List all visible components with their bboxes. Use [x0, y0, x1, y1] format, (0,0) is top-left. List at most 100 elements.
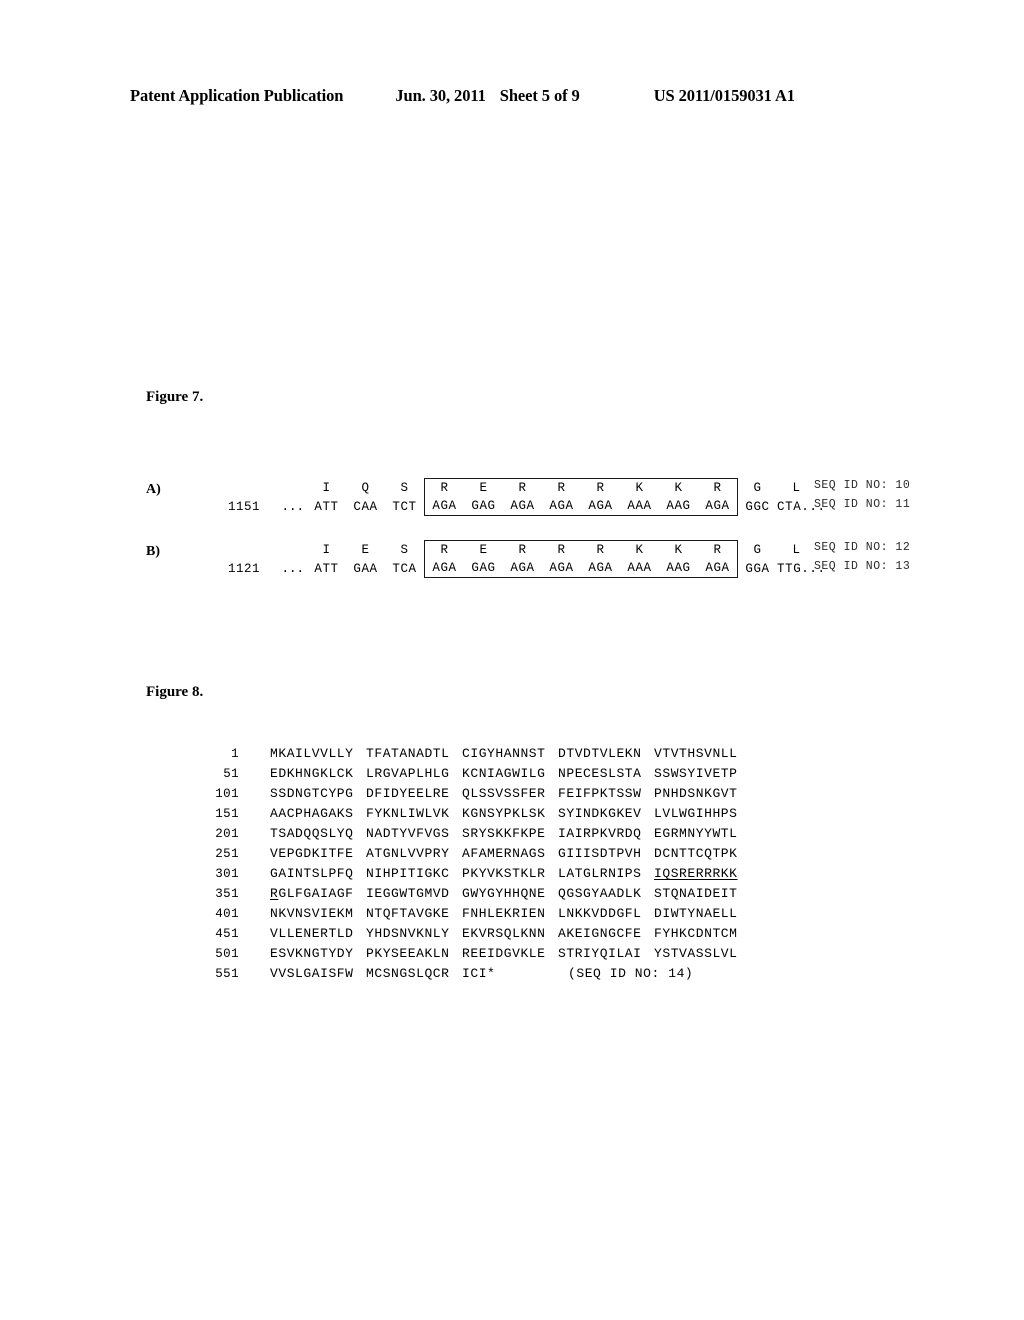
sequence-row: 351 RGLFGAIAGF IEGGWTGMVD GWYGYHHQNE QGSGYAA… [195, 884, 750, 904]
codon-cell: TTG... [777, 561, 826, 576]
residue-cell: R [713, 480, 722, 495]
sequence-block: QGSGYAADLK [558, 886, 642, 901]
codon-cell: AGA [510, 560, 535, 575]
sequence-block: IQSRERRRKK [654, 866, 738, 881]
sequence-row: 551 VVSLGAISFW MCSNGSLQCR ICI* (SEQ ID NO: 1… [195, 964, 750, 984]
document-number: US 2011/0159031 A1 [653, 86, 795, 105]
residue-cell: K [635, 542, 644, 557]
residue-cell: G [753, 542, 762, 557]
sequence-block: RGLFGAIAGF [270, 884, 366, 904]
sequence-line-number: 401 [215, 907, 239, 921]
residue-cell: K [674, 480, 683, 495]
codon-cell: AGA [705, 498, 730, 513]
codon-cell: GAG [471, 560, 496, 575]
codon-cell: AGA [432, 498, 457, 513]
residue-cell: E [479, 542, 488, 557]
flank-left-residues: IQS [307, 479, 424, 497]
residue-cell: I [322, 480, 331, 495]
residue-cell: S [400, 542, 409, 557]
sequence-row: 401 NKVNSVIEKM NTQFTAVGKE FNHLEKRIEN LNKKVDD… [195, 904, 750, 924]
sequence-block: VTVTHSVNLL [654, 746, 738, 761]
sequence-line-number: 251 [215, 847, 239, 861]
sequence-row: 1 MKAILVVLLY TFATANADTL CIGYHANNST DTVDTVLEK… [195, 744, 750, 764]
alignment-row-nucleotide: 1151... ATT CAA TCT AGA GAG AGA AGA AGA AAA AAG AGA… [208, 496, 906, 516]
flank-right-residues: GL [738, 541, 816, 559]
sequence-block: FYHKCDNTCM [654, 926, 738, 941]
sequence-block: TSADQQSLYQ [270, 826, 354, 841]
codon-cell: AGA [432, 560, 457, 575]
sequence-line-number: 451 [215, 927, 239, 941]
sequence-block: NIHPITIGKC [366, 866, 450, 881]
sequence-block: CIGYHANNST [462, 746, 546, 761]
sequence-block: QLSSVSSFER [462, 786, 546, 801]
residue-cell: E [479, 480, 488, 495]
flank-right-codons: GGC CTA... [738, 498, 825, 516]
sequence-block: NPECESLSTA [558, 766, 642, 781]
residue-cell: R [518, 542, 527, 557]
boxed-codons: AGA GAG AGA AGA AGA AAA AAG AGA [424, 496, 738, 516]
sequence-block: GWYGYHHQNE [462, 886, 546, 901]
sequence-block: REEIDGVKLE [462, 946, 546, 961]
sequence-blocks: RGLFGAIAGF IEGGWTGMVD GWYGYHHQNE QGSGYAADLK… [270, 884, 750, 904]
sequence-block: SSDNGTCYPG [270, 786, 354, 801]
residue-cell: L [792, 480, 801, 495]
codon-cell: AGA [588, 498, 613, 513]
sequence-block: SRYSKKFKPE [462, 826, 546, 841]
sequence-block: DIWTYNAELL [654, 906, 738, 921]
flank-left-codons: ATT CAA TCT [307, 498, 424, 516]
codon-cell: AAG [666, 560, 691, 575]
sequence-row: 201 TSADQQSLYQ NADTYVFVGS SRYSKKFKPE IAIRPKV… [195, 824, 750, 844]
flank-left-residues: IES [307, 541, 424, 559]
sequence-block: AACPHAGAKS [270, 806, 354, 821]
sequence-block: EKVRSQLKNN [462, 926, 546, 941]
sequence-blocks: GAINTSLPFQ NIHPITIGKC PKYVKSTKLR LATGLRNIPS… [270, 864, 750, 884]
patent-page: Patent Application Publication Jun. 30, … [0, 0, 1024, 1320]
residue-cell: R [518, 480, 527, 495]
sequence-row: 451 VLLENERTLD YHDSNVKNLY EKVRSQLKNN AKEIGNG… [195, 924, 750, 944]
sequence-block: PKYSEEAKLN [366, 946, 450, 961]
sequence-block: STQNAIDEIT [654, 886, 738, 901]
sequence-block: AFAMERNAGS [462, 846, 546, 861]
sequence-block: GAINTSLPFQ [270, 866, 354, 881]
boxed-residues: RERRRKKR [424, 477, 738, 497]
sequence-row: 501 ESVKNGTYDY PKYSEEAKLN REEIDGVKLE STRIYQI… [195, 944, 750, 964]
codon-cell: AGA [549, 560, 574, 575]
sequence-line-number: 101 [215, 787, 239, 801]
residue-cell: R [596, 480, 605, 495]
panel-body: I E S R E R R R K K R G L 1121... ATT GAA TCA AGA GAG AGA AG… [208, 539, 910, 578]
residue-cell: L [792, 542, 801, 557]
sequence-row: 301 GAINTSLPFQ NIHPITIGKC PKYVKSTKLR LATGLRN… [195, 864, 750, 884]
sequence-blocks: TSADQQSLYQ NADTYVFVGS SRYSKKFKPE IAIRPKVRDQ… [270, 824, 750, 844]
sequence-row: 51 EDKHNGKLCK LRGVAPLHLG KCNIAGWILG NPECESLS… [195, 764, 750, 784]
sequence-blocks: SSDNGTCYPG DFIDYEELRE QLSSVSSFER FEIFPKTSSW… [270, 784, 750, 804]
residue-cell: R [596, 542, 605, 557]
sequence-block: EDKHNGKLCK [270, 766, 354, 781]
codon-cell: ATT [314, 499, 339, 514]
sequence-block: FYKNLIWLVK [366, 806, 450, 821]
sequence-block: AKEIGNGCFE [558, 926, 642, 941]
panel-label: A) [146, 482, 161, 497]
sequence-blocks: VVSLGAISFW MCSNGSLQCR ICI* [270, 964, 558, 984]
sequence-block: PNHDSNKGVT [654, 786, 738, 801]
sequence-block: LNKKVDDGFL [558, 906, 642, 921]
sequence-block: STRIYQILAI [558, 946, 642, 961]
codon-cell: TCT [392, 499, 417, 514]
sequence-block: LRGVAPLHLG [366, 766, 450, 781]
sequence-line-number: 1 [231, 747, 239, 761]
sequence-block: ICI* [462, 966, 496, 981]
seq-id-protein: SEQ ID NO: 10 [814, 479, 911, 492]
residue-cell: R [713, 542, 722, 557]
boxed-codons: AGA GAG AGA AGA AGA AAA AAG AGA [424, 558, 738, 578]
residue-cell: Q [361, 480, 370, 495]
sequence-block: KCNIAGWILG [462, 766, 546, 781]
publication-header: Patent Application Publication Jun. 30, … [130, 86, 890, 106]
sequence-blocks: MKAILVVLLY TFATANADTL CIGYHANNST DTVDTVLEKN… [270, 744, 750, 764]
sequence-block: FEIFPKTSSW [558, 786, 642, 801]
sequence-block: LATGLRNIPS [558, 866, 642, 881]
sequence-line-number: 301 [215, 867, 239, 881]
sequence-block: NADTYVFVGS [366, 826, 450, 841]
sequence-block: KGNSYPKLSK [462, 806, 546, 821]
sequence-block: ESVKNGTYDY [270, 946, 354, 961]
sequence-blocks: AACPHAGAKS FYKNLIWLVK KGNSYPKLSK SYINDKGKEV… [270, 804, 750, 824]
residue-cell: R [440, 480, 449, 495]
